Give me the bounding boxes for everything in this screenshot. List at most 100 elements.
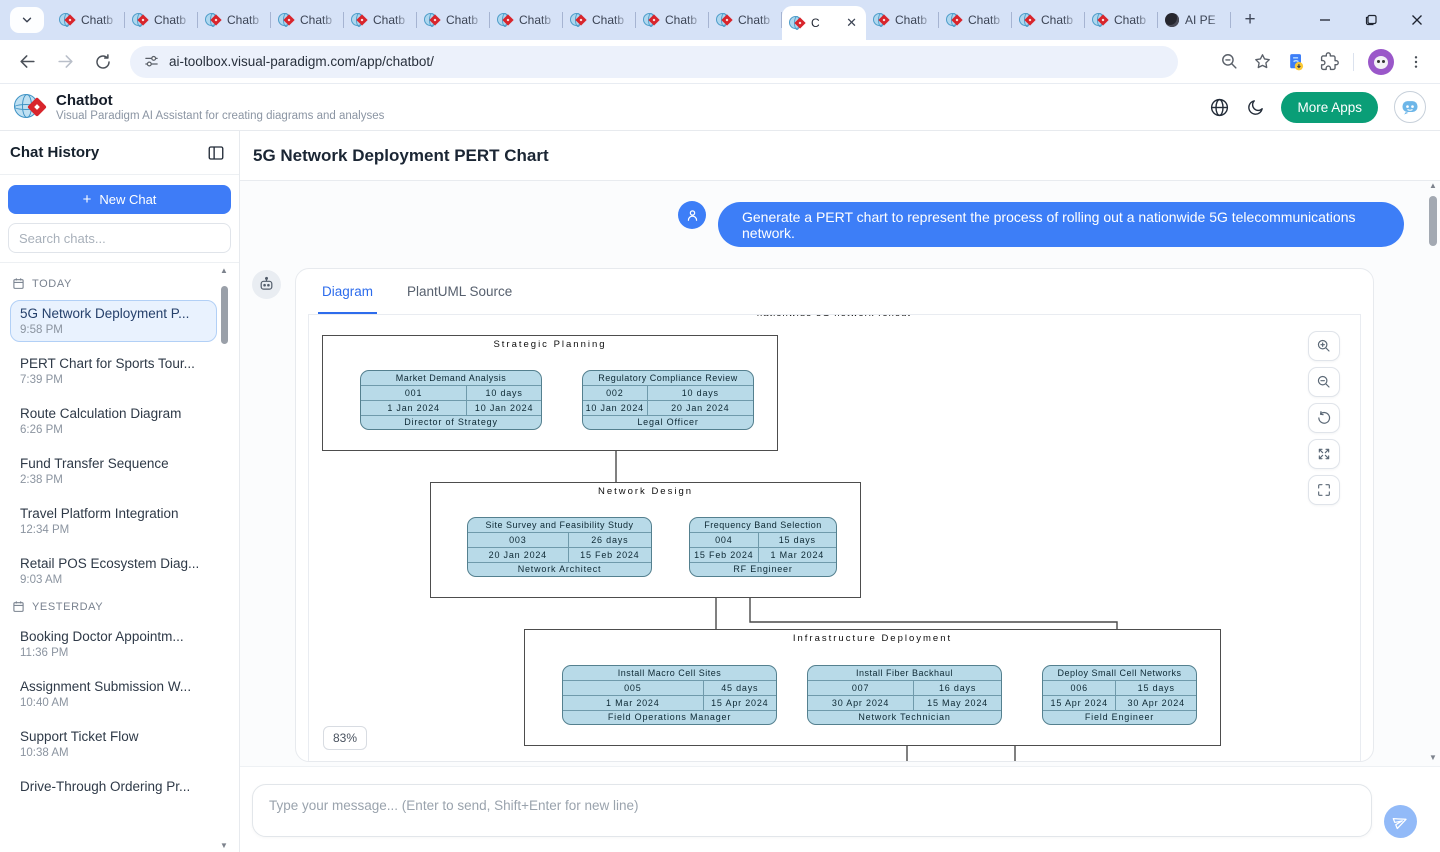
browser-menu-icon[interactable] — [1408, 53, 1424, 71]
visual-paradigm-favicon — [873, 12, 889, 28]
zoom-out-button[interactable] — [1308, 367, 1340, 397]
browser-tab[interactable]: Chatb — [563, 0, 636, 40]
browser-window: ChatbChatbChatbChatbChatbChatbChatbChatb… — [0, 0, 1440, 852]
user-message-bubble: Generate a PERT chart to represent the p… — [718, 202, 1404, 247]
chat-history-item[interactable]: Booking Doctor Appointm...11:36 PM — [10, 623, 217, 665]
task-start-date: 20 Jan 2024 — [468, 548, 569, 562]
message-input[interactable] — [252, 784, 1372, 837]
sidebar-scrollbar-thumb[interactable] — [221, 286, 228, 344]
browser-tab[interactable]: AI PE — [1158, 0, 1231, 40]
task-owner: Network Technician — [808, 711, 1001, 725]
fullscreen-button[interactable] — [1308, 475, 1340, 505]
forward-button[interactable] — [48, 45, 82, 79]
send-button[interactable] — [1384, 805, 1417, 838]
browser-tab[interactable]: Chatb — [709, 0, 782, 40]
window-close-button[interactable] — [1394, 0, 1440, 40]
close-icon — [1411, 14, 1423, 26]
reload-button[interactable] — [86, 45, 120, 79]
browser-tab[interactable]: Chatb — [939, 0, 1012, 40]
chat-history-item[interactable]: Assignment Submission W...10:40 AM — [10, 673, 217, 715]
task-name: Install Macro Cell Sites — [563, 666, 776, 681]
bookmark-star-icon[interactable] — [1253, 52, 1272, 71]
message-composer — [240, 766, 1440, 852]
task-start-date: 30 Apr 2024 — [808, 696, 914, 710]
browser-tab[interactable]: Chatb — [198, 0, 271, 40]
window-minimize-button[interactable] — [1302, 0, 1348, 40]
site-info-icon — [144, 54, 159, 69]
task-owner: Field Operations Manager — [563, 711, 776, 725]
search-chats-input[interactable] — [8, 223, 231, 253]
task-id: 007 — [808, 681, 914, 695]
more-apps-button[interactable]: More Apps — [1281, 92, 1378, 123]
browser-tab[interactable]: Chatb — [344, 0, 417, 40]
task-end-date: 10 Jan 2024 — [467, 401, 541, 415]
language-globe-icon[interactable] — [1209, 97, 1230, 118]
scroll-down-icon[interactable]: ▼ — [220, 841, 228, 850]
forward-arrow-icon — [56, 52, 75, 71]
browser-tab[interactable]: Chatb — [417, 0, 490, 40]
tab-plantuml-source[interactable]: PlantUML Source — [407, 269, 512, 314]
chat-history-item[interactable]: Route Calculation Diagram6:26 PM — [10, 400, 217, 442]
pert-chart-canvas: nationwide 5G network rollout — [309, 315, 1360, 761]
tab-title: Chatb — [154, 13, 191, 27]
chat-history-item[interactable]: Fund Transfer Sequence2:38 PM — [10, 450, 217, 492]
tab-title: Chatb — [1114, 13, 1151, 27]
scroll-up-icon[interactable]: ▲ — [220, 266, 228, 275]
browser-tab[interactable]: Chatb — [52, 0, 125, 40]
profile-avatar[interactable] — [1368, 49, 1394, 75]
chat-history-item[interactable]: Travel Platform Integration12:34 PM — [10, 500, 217, 542]
visual-paradigm-favicon — [278, 12, 294, 28]
new-chat-button[interactable]: +New Chat — [8, 185, 231, 214]
zoom-page-icon[interactable] — [1220, 52, 1239, 71]
user-message-text: Generate a PERT chart to represent the p… — [742, 209, 1380, 241]
chat-history-item[interactable]: PERT Chart for Sports Tour...7:39 PM — [10, 350, 217, 392]
minimize-icon — [1319, 14, 1331, 26]
chat-scrollbar[interactable]: ▲ ▼ — [1429, 183, 1437, 762]
fit-to-screen-button[interactable] — [1308, 439, 1340, 469]
browser-tab[interactable]: Chatb — [271, 0, 344, 40]
task-owner: Network Architect — [468, 563, 651, 577]
chatbot-badge-icon[interactable] — [1394, 91, 1426, 123]
zoom-in-button[interactable] — [1308, 331, 1340, 361]
diagram-viewport[interactable]: nationwide 5G network rollout — [308, 314, 1361, 762]
scroll-up-icon[interactable]: ▲ — [1429, 181, 1437, 190]
dark-mode-moon-icon[interactable] — [1246, 98, 1265, 117]
tab-diagram[interactable]: Diagram — [322, 269, 373, 314]
chat-history-item[interactable]: Drive-Through Ordering Pr... — [10, 773, 217, 800]
tab-search-chevron-button[interactable] — [10, 7, 44, 33]
task-name: Deploy Small Cell Networks — [1043, 666, 1196, 681]
back-button[interactable] — [10, 45, 44, 79]
task-owner: Director of Strategy — [361, 416, 541, 430]
browser-tab[interactable]: Chatb — [866, 0, 939, 40]
scroll-down-icon[interactable]: ▼ — [1429, 753, 1437, 762]
diagram-card-tabs: Diagram PlantUML Source — [296, 269, 1373, 314]
chat-history-item[interactable]: Retail POS Ecosystem Diag...9:03 AM — [10, 550, 217, 592]
chat-item-title: 5G Network Deployment P... — [20, 306, 207, 321]
reading-list-extension-icon[interactable] — [1286, 52, 1306, 72]
browser-tab-active[interactable]: C✕ — [782, 6, 866, 40]
visual-paradigm-favicon — [570, 12, 586, 28]
window-maximize-button[interactable] — [1348, 0, 1394, 40]
chat-scrollbar-thumb[interactable] — [1429, 196, 1437, 246]
browser-tab[interactable]: Chatb — [490, 0, 563, 40]
extensions-puzzle-icon[interactable] — [1320, 52, 1339, 71]
sidebar-scrollbar[interactable]: ▲ ▼ — [221, 268, 228, 850]
zoom-in-icon — [1316, 338, 1332, 354]
chat-item-title: Retail POS Ecosystem Diag... — [20, 556, 207, 571]
reset-icon — [1316, 410, 1332, 426]
collapse-panel-icon[interactable] — [207, 144, 225, 162]
tab-close-icon[interactable]: ✕ — [844, 15, 859, 31]
chat-history-item[interactable]: 5G Network Deployment P...9:58 PM — [10, 300, 217, 342]
reset-zoom-button[interactable] — [1308, 403, 1340, 433]
browser-tab[interactable]: Chatb — [1085, 0, 1158, 40]
browser-tab[interactable]: Chatb — [636, 0, 709, 40]
tab-title: AI PE — [1185, 13, 1224, 27]
address-bar[interactable]: ai-toolbox.visual-paradigm.com/app/chatb… — [130, 46, 1178, 78]
visual-paradigm-favicon — [643, 12, 659, 28]
chat-history-item[interactable]: Support Ticket Flow10:38 AM — [10, 723, 217, 765]
task-name: Frequency Band Selection — [690, 518, 836, 533]
chat-item-title: Fund Transfer Sequence — [20, 456, 207, 471]
browser-tab[interactable]: Chatb — [125, 0, 198, 40]
new-tab-button[interactable]: + — [1235, 5, 1265, 35]
browser-tab[interactable]: Chatb — [1012, 0, 1085, 40]
